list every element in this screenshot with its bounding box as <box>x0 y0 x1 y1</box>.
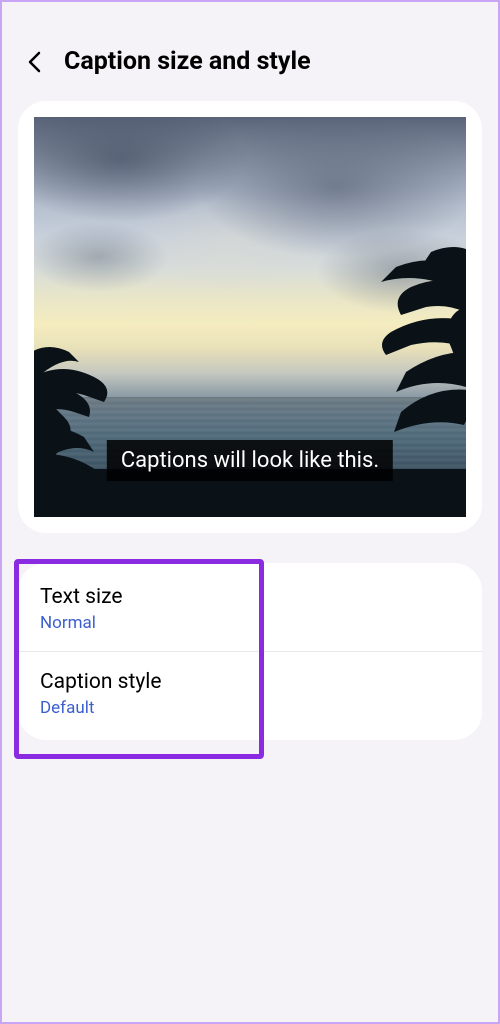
setting-value: Default <box>40 698 460 718</box>
header: Caption size and style <box>2 2 498 101</box>
settings-list: Text size Normal Caption style Default <box>18 563 482 740</box>
caption-preview-card: Captions will look like this. <box>18 101 482 533</box>
back-button[interactable] <box>22 50 46 74</box>
setting-value: Normal <box>40 613 460 633</box>
caption-style-setting[interactable]: Caption style Default <box>18 652 482 736</box>
chevron-left-icon <box>27 51 41 73</box>
page-title: Caption size and style <box>64 47 311 76</box>
setting-label: Text size <box>40 585 460 609</box>
caption-sample-text: Captions will look like this. <box>107 440 393 481</box>
preview-image: Captions will look like this. <box>34 117 466 517</box>
setting-label: Caption style <box>40 670 460 694</box>
text-size-setting[interactable]: Text size Normal <box>18 567 482 652</box>
